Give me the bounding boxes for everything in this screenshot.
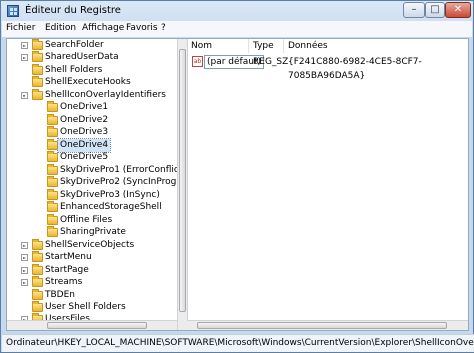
value-list: Nom Type Données ab (par défaut) REG_SZ … [187, 39, 468, 330]
folder-icon [47, 214, 58, 225]
expand-icon[interactable] [21, 242, 28, 249]
content-area: SearchFolder SharedUserData Shell Folder… [6, 38, 469, 331]
value-row[interactable]: ab (par défaut) REG_SZ {F241C880-6982-4C… [187, 55, 468, 81]
tree-item[interactable]: StartMenu [7, 251, 177, 264]
tree-hscroll-thumb[interactable] [47, 322, 147, 329]
key-tree: SearchFolder SharedUserData Shell Folder… [7, 39, 188, 330]
folder-icon [47, 151, 58, 162]
title-bar[interactable]: Éditeur du Registre – □ ✕ [1, 1, 473, 21]
expand-icon[interactable] [21, 54, 28, 61]
tree-item-label: Streams [45, 277, 83, 287]
collapse-icon[interactable] [21, 92, 28, 99]
minimize-button[interactable]: – [403, 2, 425, 18]
tree-item-label: SharedUserData [45, 52, 119, 62]
column-header-name[interactable]: Nom [187, 39, 249, 53]
folder-icon [47, 114, 58, 125]
menu-affichage[interactable]: Affichage [82, 23, 124, 33]
tree-item[interactable]: OneDrive5 [7, 151, 177, 164]
tree-item-label: OneDrive3 [60, 127, 109, 137]
folder-icon [32, 301, 43, 312]
folder-icon [47, 201, 58, 212]
folder-icon [47, 164, 58, 175]
menu-bar: Fichier Edition Affichage Favoris ? [2, 21, 472, 37]
value-type: REG_SZ [253, 57, 289, 67]
tree-item-label: OneDrive5 [60, 152, 109, 162]
tree-item[interactable]: SharingPrivate [7, 226, 177, 239]
tree-item-label: ShellExecuteHooks [45, 77, 131, 87]
menu-favoris[interactable]: Favoris [126, 23, 158, 33]
expand-icon[interactable] [21, 267, 28, 274]
tree-item-label: OneDrive1 [60, 102, 109, 112]
tree-item[interactable]: SharedUserData [7, 51, 177, 64]
list-hscroll-thumb[interactable] [197, 322, 447, 329]
expand-icon[interactable] [21, 42, 28, 49]
menu-edition[interactable]: Edition [45, 23, 76, 33]
tree-item[interactable]: OneDrive3 [7, 126, 177, 139]
registry-editor-window: Éditeur du Registre – □ ✕ Fichier Editio… [0, 0, 474, 353]
folder-icon [47, 226, 58, 237]
menu-help[interactable]: ? [161, 23, 166, 33]
tree-item[interactable]: Streams [7, 276, 177, 289]
folder-icon [32, 289, 43, 300]
value-data: {F241C880-6982-4CE5-8CF7-7085BA96DA5A} [288, 57, 422, 81]
string-value-icon: ab [192, 56, 203, 67]
folder-open-icon [47, 139, 58, 150]
folder-open-icon [32, 89, 43, 100]
folder-icon [47, 176, 58, 187]
column-header-type[interactable]: Type [249, 39, 284, 53]
folder-icon [32, 51, 43, 62]
folder-icon [32, 76, 43, 87]
tree-item-label: SharingPrivate [60, 227, 126, 237]
tree-item-label: SkyDrivePro2 (SyncInProgress) [60, 177, 188, 187]
window-title: Éditeur du Registre [25, 5, 121, 16]
tree-vertical-scrollbar[interactable] [177, 39, 187, 330]
folder-icon [47, 126, 58, 137]
folder-icon [47, 189, 58, 200]
column-header-data[interactable]: Données [284, 39, 468, 53]
tree-scroll-thumb[interactable] [179, 49, 186, 312]
status-bar-path: Ordinateur\HKEY_LOCAL_MACHINE\SOFTWARE\M… [2, 334, 474, 352]
tree-item[interactable]: OneDrive1 [7, 101, 177, 114]
tree-item[interactable]: SkyDrivePro2 (SyncInProgress) [7, 176, 187, 189]
tree-item-label: EnhancedStorageShell [60, 202, 162, 212]
expand-icon[interactable] [21, 254, 28, 261]
menu-fichier[interactable]: Fichier [6, 23, 35, 33]
expand-icon[interactable] [21, 279, 28, 286]
folder-icon [32, 276, 43, 287]
maximize-button[interactable]: □ [425, 2, 445, 18]
folder-icon [32, 64, 43, 75]
folder-icon [32, 251, 43, 262]
folder-icon [32, 239, 43, 250]
tree-item[interactable]: EnhancedStorageShell [7, 201, 177, 214]
folder-icon [47, 101, 58, 112]
close-button[interactable]: ✕ [445, 2, 471, 18]
folder-icon [32, 39, 43, 50]
registry-editor-icon [7, 5, 19, 17]
list-horizontal-scrollbar[interactable] [187, 320, 468, 330]
tree-item[interactable]: ShellExecuteHooks [7, 76, 177, 89]
tree-horizontal-scrollbar[interactable] [7, 320, 177, 330]
tree-item-label: StartMenu [45, 252, 92, 262]
folder-icon [32, 264, 43, 275]
